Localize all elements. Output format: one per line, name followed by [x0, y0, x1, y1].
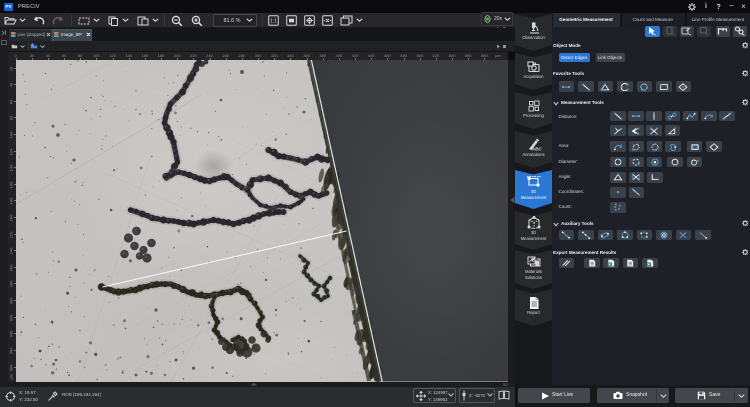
svg-text:1:1: 1:1 — [270, 19, 277, 25]
svg-text:ABC: ABC — [532, 147, 542, 152]
